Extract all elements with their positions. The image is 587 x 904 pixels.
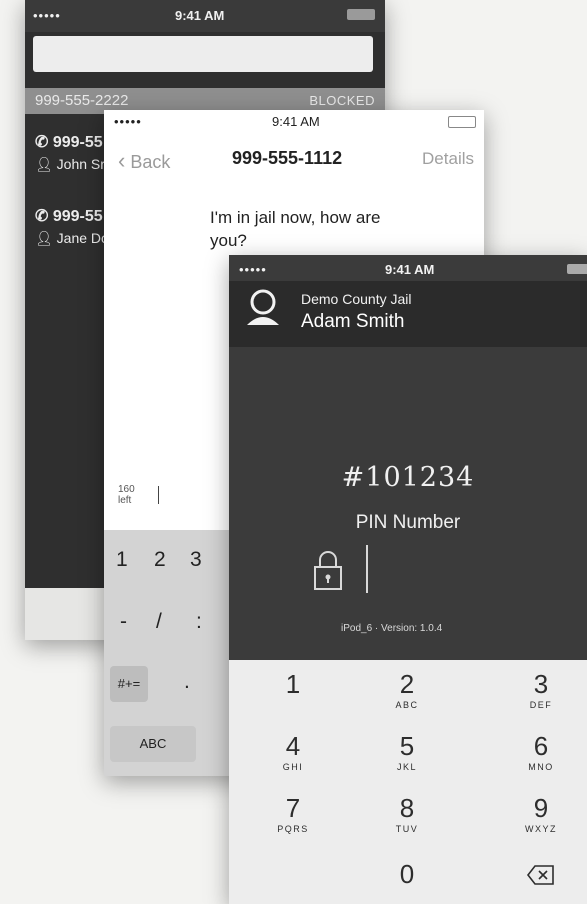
blocked-number: 999-555-2222 [35, 92, 129, 109]
key-colon[interactable]: : [196, 610, 202, 634]
nav-bar: ‹ Back 999-555-1112 Details [104, 142, 484, 178]
key-letters: MNO [528, 762, 554, 772]
key-2[interactable]: 2 ABC [357, 670, 457, 726]
char-count: 160 [118, 484, 135, 495]
key-7[interactable]: 7 PQRS [243, 794, 343, 850]
key-digit: 6 [533, 731, 549, 761]
details-button[interactable]: Details [422, 149, 474, 169]
key-dash[interactable]: - [120, 610, 127, 634]
key-2[interactable]: 2 [154, 548, 166, 572]
key-digit: 9 [533, 793, 549, 823]
key-5[interactable]: 5 JKL [357, 732, 457, 788]
key-3[interactable]: 3 [190, 548, 202, 572]
pin-screen: ••••• 9:41 AM Demo County Jail Adam Smit… [229, 255, 587, 904]
key-digit: 4 [285, 731, 301, 761]
inmate-header: Demo County Jail Adam Smith [229, 281, 587, 347]
signal-indicator: ••••• [239, 262, 267, 277]
pin-label: PIN Number [355, 512, 461, 533]
pin-value: #101234 [341, 462, 475, 493]
phone-icon: ✆ [35, 208, 53, 225]
status-bar: ••••• 9:41 AM [229, 255, 587, 281]
contact-name: John Sr [56, 156, 105, 172]
key-1[interactable]: 1 [116, 548, 128, 572]
battery-icon [567, 264, 587, 274]
text-caret [158, 486, 159, 504]
key-digit: 3 [533, 669, 549, 699]
key-letters: JKL [396, 762, 417, 772]
key-letters: TUV [395, 824, 419, 834]
battery-icon [347, 9, 375, 20]
key-letters: GHI [282, 762, 304, 772]
person-icon: 👤︎ [35, 156, 57, 172]
signal-indicator: ••••• [114, 114, 142, 129]
version-label: iPod_6 · Version: 1.0.4 [341, 623, 443, 634]
status-time: 9:41 AM [385, 262, 435, 277]
key-3[interactable]: 3 DEF [491, 670, 587, 726]
key-8[interactable]: 8 TUV [357, 794, 457, 850]
key-slash[interactable]: / [156, 610, 162, 634]
back-label: Back [130, 152, 171, 172]
back-button[interactable]: ‹ Back [118, 148, 170, 174]
pin-input-cursor[interactable] [366, 545, 368, 593]
key-digit: 7 [285, 793, 301, 823]
status-time: 9:41 AM [272, 114, 320, 129]
phone-icon: ✆ [35, 134, 53, 151]
status-bar: ••••• 9:41 AM [25, 0, 385, 32]
character-counter: 160 left [118, 484, 135, 506]
key-period[interactable]: . [184, 670, 190, 694]
key-digit: 1 [285, 669, 301, 699]
chevron-left-icon: ‹ [118, 148, 126, 173]
message-bubble: I'm in jail now, how are you? [210, 208, 381, 250]
key-letters: ABC [395, 700, 419, 710]
key-letters: WXYZ [525, 824, 557, 834]
contact-item[interactable]: ✆ 999-55 👤︎ Jane Dc [35, 206, 108, 247]
key-digit: 0 [399, 859, 415, 889]
key-6[interactable]: 6 MNO [491, 732, 587, 788]
blocked-badge: BLOCKED [309, 93, 375, 108]
backspace-button[interactable] [491, 860, 587, 904]
key-4[interactable]: 4 GHI [243, 732, 343, 788]
facility-name: Demo County Jail [301, 291, 412, 307]
backspace-icon [526, 865, 554, 885]
char-count-label: left [118, 495, 132, 506]
key-9[interactable]: 9 WXYZ [491, 794, 587, 850]
key-digit: 2 [399, 669, 415, 699]
abc-key[interactable]: ABC [110, 726, 196, 762]
key-letters: DEF [529, 700, 553, 710]
search-input[interactable] [33, 36, 373, 72]
key-digit: 5 [399, 731, 415, 761]
key-0[interactable]: 0 [357, 860, 457, 904]
contact-phone: 999-55 [52, 134, 103, 151]
lock-icon [314, 551, 342, 590]
inmate-name: Adam Smith [301, 311, 405, 332]
conversation-title: 999-555-1112 [232, 148, 343, 168]
contact-phone: 999-55 [52, 208, 103, 225]
status-bar: ••••• 9:41 AM [104, 110, 484, 132]
person-icon [247, 289, 279, 325]
signal-indicator: ••••• [33, 8, 61, 23]
symbols-key[interactable]: #+= [110, 666, 148, 702]
key-1[interactable]: 1 [243, 670, 343, 726]
battery-icon [448, 116, 476, 128]
status-time: 9:41 AM [175, 8, 225, 23]
key-digit: 8 [399, 793, 415, 823]
person-icon: 👤︎ [35, 230, 57, 246]
contact-item[interactable]: ✆ 999-55 👤︎ John Sr [35, 132, 105, 173]
key-letters: PQRS [277, 824, 309, 834]
keypad: 1 2 ABC 3 DEF 4 GHI 5 JKL 6 MNO 7 PQRS 8 TUV 9W… [229, 660, 587, 904]
contact-name: Jane Dc [56, 230, 109, 246]
